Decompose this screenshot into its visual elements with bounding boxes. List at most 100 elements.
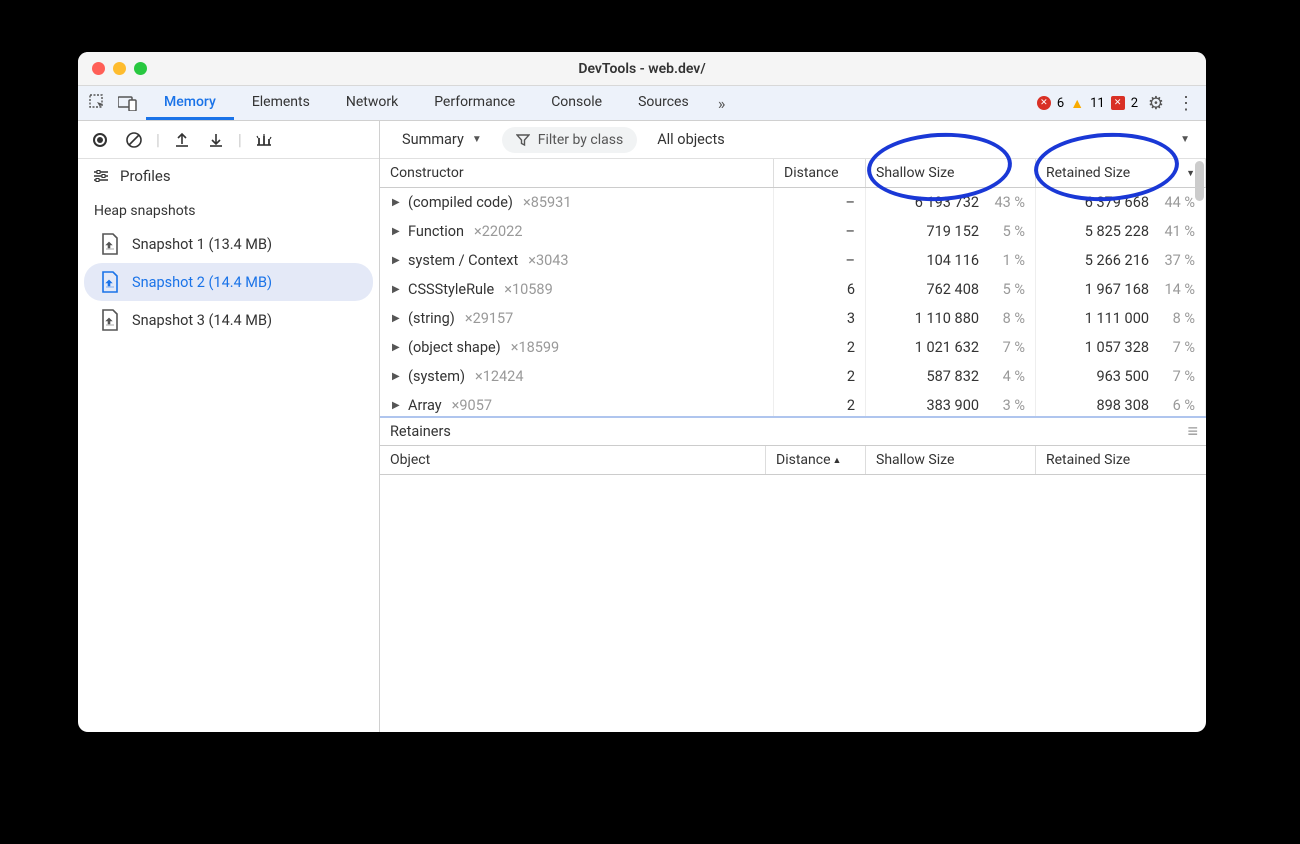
table-row[interactable]: ▶(system)×124242587 8324 %963 5007 %: [380, 362, 1206, 391]
size-value: 719 152: [927, 223, 980, 240]
table-row[interactable]: ▶(compiled code)×85931–6 193 73243 %6 37…: [380, 188, 1206, 217]
size-value: 1 110 880: [915, 310, 979, 327]
size-pct: 43 %: [989, 194, 1025, 211]
size-value: 898 308: [1097, 397, 1150, 414]
constructor-name: (system): [408, 368, 465, 385]
save-icon[interactable]: [204, 128, 228, 152]
disclosure-triangle-icon[interactable]: ▶: [392, 400, 402, 411]
kebab-menu-icon[interactable]: ⋮: [1174, 91, 1198, 115]
load-icon[interactable]: [170, 128, 194, 152]
hamburger-icon[interactable]: ≡: [1187, 421, 1196, 442]
disclosure-triangle-icon[interactable]: ▶: [392, 255, 402, 266]
cell-distance: 2: [774, 362, 866, 391]
col-constructor[interactable]: Constructor: [380, 159, 774, 187]
sort-asc-icon: ▲: [833, 455, 842, 466]
window-title: DevTools - web.dev/: [78, 61, 1206, 77]
snapshot-item-3[interactable]: Snapshot 3 (14.4 MB): [84, 301, 373, 339]
disclosure-triangle-icon[interactable]: ▶: [392, 342, 402, 353]
more-tabs-button[interactable]: »: [707, 86, 737, 120]
close-window-button[interactable]: [92, 62, 105, 75]
size-value: 1 021 632: [915, 339, 979, 356]
size-pct: 44 %: [1159, 194, 1195, 211]
chevron-down-icon[interactable]: ▼: [1180, 134, 1190, 145]
table-row[interactable]: ▶Array×90572383 9003 %898 3086 %: [380, 391, 1206, 416]
disclosure-triangle-icon[interactable]: ▶: [392, 313, 402, 324]
cell-distance: –: [774, 246, 866, 275]
col-shallow-size[interactable]: Shallow Size: [866, 159, 1036, 187]
cell-constructor: ▶(compiled code)×85931: [380, 188, 774, 217]
tab-label: Console: [551, 94, 602, 110]
warning-count[interactable]: 11: [1090, 96, 1105, 111]
garbage-collect-icon[interactable]: [252, 128, 276, 152]
table-header-row: Constructor Distance Shallow Size Retain…: [380, 159, 1206, 188]
tab-elements[interactable]: Elements: [234, 86, 328, 120]
main-toolbar: Memory Elements Network Performance Cons…: [78, 86, 1206, 121]
cell-shallow-size: 1 021 6327 %: [866, 333, 1036, 362]
snapshot-file-icon: [100, 271, 120, 293]
zoom-window-button[interactable]: [134, 62, 147, 75]
constructor-count: ×12424: [475, 368, 523, 385]
disclosure-triangle-icon[interactable]: ▶: [392, 226, 402, 237]
size-value: 1 111 000: [1085, 310, 1149, 327]
heap-snapshots-header: Heap snapshots: [78, 193, 379, 225]
cell-retained-size: 5 266 21637 %: [1036, 246, 1206, 275]
retainer-col-shallow[interactable]: Shallow Size: [866, 446, 1036, 474]
issue-count[interactable]: 2: [1131, 96, 1138, 111]
tab-performance[interactable]: Performance: [416, 86, 533, 120]
table-row[interactable]: ▶CSSStyleRule×105896762 4085 %1 967 1681…: [380, 275, 1206, 304]
view-mode-dropdown[interactable]: Summary ▼: [392, 127, 492, 152]
class-filter-input[interactable]: Filter by class: [502, 127, 637, 153]
size-value: 383 900: [927, 397, 980, 414]
disclosure-triangle-icon[interactable]: ▶: [392, 284, 402, 295]
tab-network[interactable]: Network: [328, 86, 416, 120]
profiles-section-header[interactable]: Profiles: [78, 159, 379, 193]
table-row[interactable]: ▶(string)×2915731 110 8808 %1 111 0008 %: [380, 304, 1206, 333]
col-label: Distance: [776, 452, 831, 468]
clear-icon[interactable]: [122, 128, 146, 152]
error-count[interactable]: 6: [1057, 96, 1064, 111]
objects-filter-dropdown[interactable]: All objects: [647, 127, 735, 152]
cell-shallow-size: 383 9003 %: [866, 391, 1036, 416]
tab-label: Performance: [434, 94, 515, 110]
objects-filter-label: All objects: [657, 131, 725, 148]
disclosure-triangle-icon[interactable]: ▶: [392, 197, 402, 208]
size-pct: 4 %: [989, 368, 1025, 385]
constructor-count: ×29157: [465, 310, 513, 327]
chevron-down-icon: ▼: [472, 134, 482, 145]
tab-label: Memory: [164, 94, 216, 110]
table-row[interactable]: ▶(object shape)×1859921 021 6327 %1 057 …: [380, 333, 1206, 362]
cell-distance: 6: [774, 275, 866, 304]
filter-bar: Summary ▼ Filter by class All objects ▼: [380, 121, 1206, 159]
snapshot-item-2[interactable]: Snapshot 2 (14.4 MB): [84, 263, 373, 301]
disclosure-triangle-icon[interactable]: ▶: [392, 371, 402, 382]
scrollbar[interactable]: [1192, 159, 1206, 416]
device-toolbar-icon[interactable]: [116, 91, 140, 115]
traffic-lights: [92, 62, 147, 75]
snapshot-item-1[interactable]: Snapshot 1 (13.4 MB): [84, 225, 373, 263]
tab-console[interactable]: Console: [533, 86, 620, 120]
size-pct: 41 %: [1159, 223, 1195, 240]
minimize-window-button[interactable]: [113, 62, 126, 75]
retainer-col-retained[interactable]: Retained Size: [1036, 446, 1206, 474]
scroll-thumb[interactable]: [1195, 161, 1204, 201]
tab-memory[interactable]: Memory: [146, 86, 234, 120]
table-row[interactable]: ▶Function×22022–719 1525 %5 825 22841 %: [380, 217, 1206, 246]
cell-retained-size: 5 825 22841 %: [1036, 217, 1206, 246]
cell-constructor: ▶(string)×29157: [380, 304, 774, 333]
size-value: 5 266 216: [1085, 252, 1149, 269]
constructor-name: Array: [408, 397, 442, 414]
table-row[interactable]: ▶system / Context×3043–104 1161 %5 266 2…: [380, 246, 1206, 275]
retainer-col-distance[interactable]: Distance▲: [766, 446, 866, 474]
inspect-element-icon[interactable]: [86, 91, 110, 115]
col-distance[interactable]: Distance: [774, 159, 866, 187]
tab-sources[interactable]: Sources: [620, 86, 707, 120]
snapshot-label: Snapshot 2 (14.4 MB): [132, 274, 272, 291]
cell-distance: –: [774, 188, 866, 217]
size-pct: 7 %: [1159, 339, 1195, 356]
settings-gear-icon[interactable]: ⚙: [1144, 91, 1168, 115]
record-icon[interactable]: [88, 128, 112, 152]
warning-icon: ▲: [1070, 95, 1084, 112]
profile-toolbar: | |: [78, 121, 379, 159]
col-retained-size[interactable]: Retained Size▼: [1036, 159, 1206, 187]
retainer-col-object[interactable]: Object: [380, 446, 766, 474]
